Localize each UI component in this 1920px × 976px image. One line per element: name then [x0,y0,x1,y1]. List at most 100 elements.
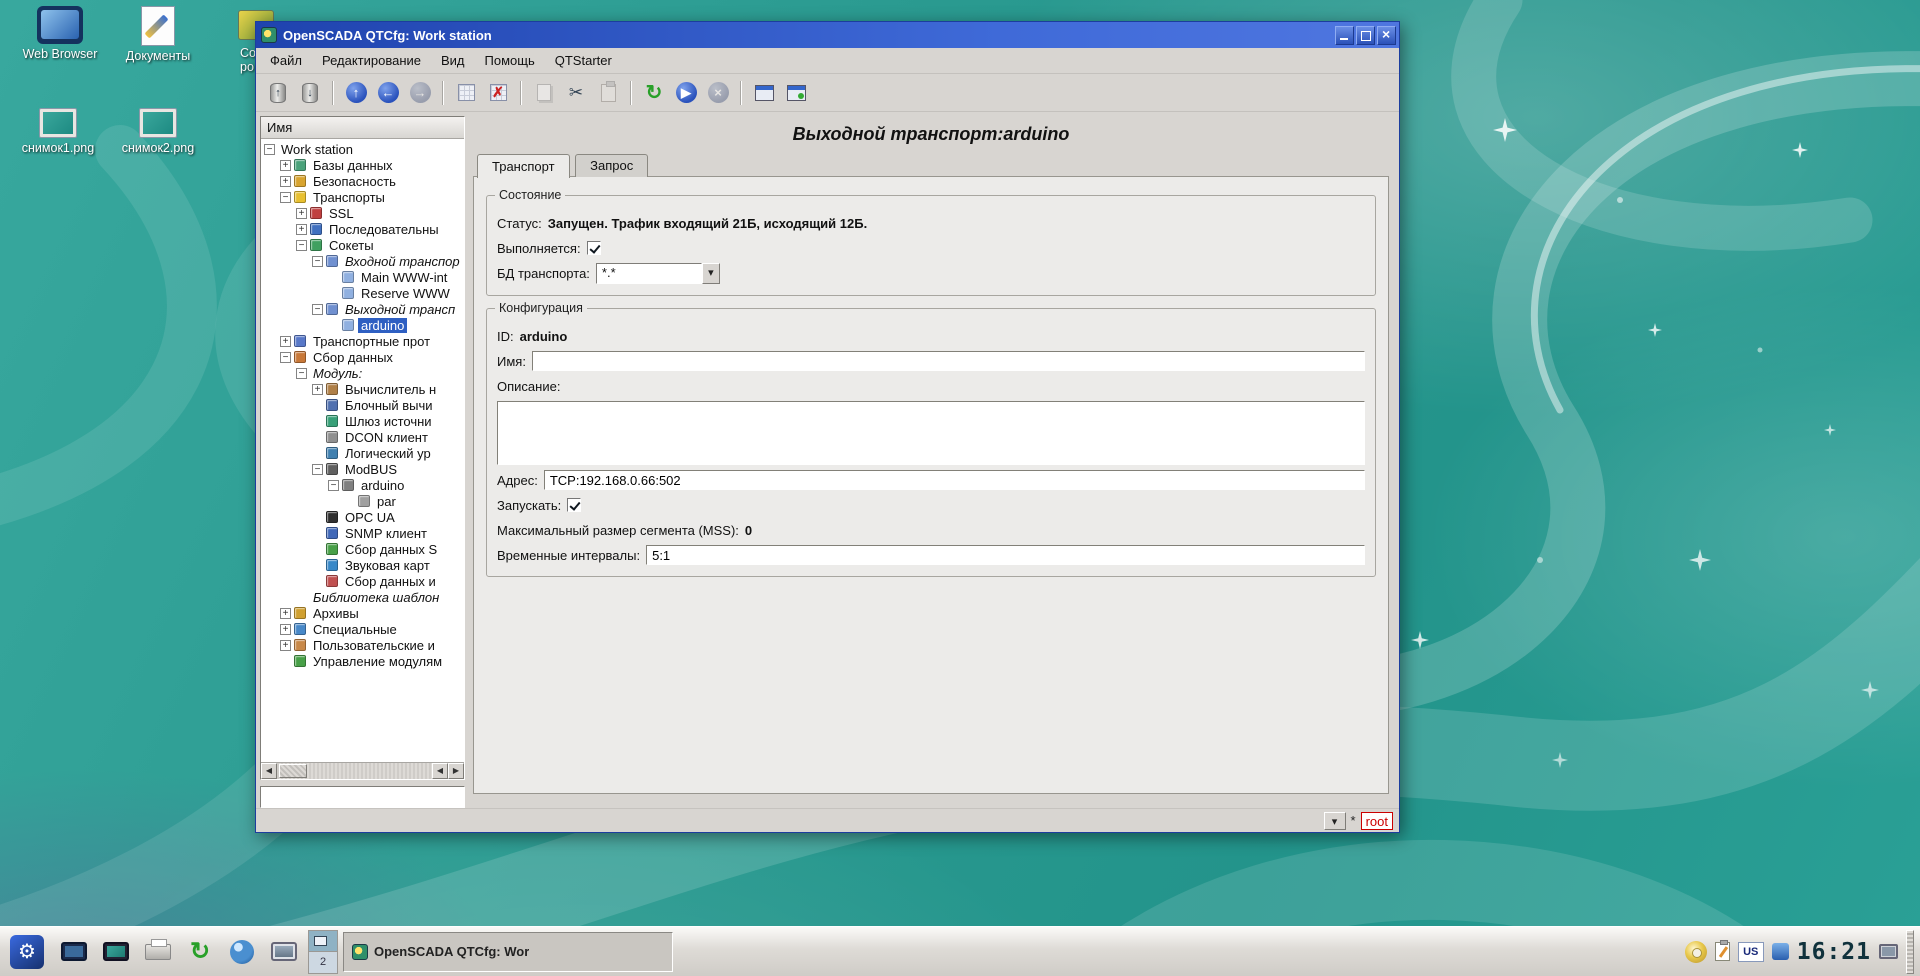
launcher-printer[interactable] [139,931,177,973]
tree-expander-icon[interactable]: + [280,624,291,635]
desktop-icon-snapshot-1[interactable]: снимок1.png [12,108,104,155]
tree-item[interactable]: +SSL [261,205,464,221]
tree-expander-icon[interactable]: − [280,352,291,363]
tree-item[interactable]: Блочный вычи [261,397,464,413]
tree-item[interactable]: +Транспортные прот [261,333,464,349]
tree-item[interactable]: OPC UA [261,509,464,525]
tree-expander-icon[interactable]: − [312,304,323,315]
desktop-icon-snapshot-2[interactable]: снимок2.png [112,108,204,155]
tree-item[interactable]: +Базы данных [261,157,464,173]
tree-expander-icon[interactable]: − [296,368,307,379]
start-button[interactable]: ▶ [671,78,701,108]
tree-item[interactable]: −Work station [261,141,464,157]
launcher-update[interactable]: ↻ [181,931,219,973]
maximize-button[interactable] [1356,26,1375,45]
tree-filter-input[interactable] [260,786,465,808]
paste-button[interactable] [593,78,623,108]
pager-desktop-2[interactable]: 2 [309,952,337,973]
stop-button[interactable]: × [703,78,733,108]
tree-expander-icon[interactable]: − [296,240,307,251]
chevron-down-icon[interactable] [1324,812,1346,830]
name-input[interactable] [532,351,1365,371]
cd-tray-icon[interactable] [1685,941,1707,963]
copy-button[interactable] [529,78,559,108]
back-button[interactable]: ← [373,78,403,108]
tab-transport[interactable]: Транспорт [477,154,570,178]
cut-button[interactable]: ✂ [561,78,591,108]
tree-item[interactable]: +Специальные [261,621,464,637]
scrollbar-track[interactable] [277,763,432,779]
save-to-db-button[interactable]: ↓ [295,78,325,108]
up-button[interactable]: ↑ [341,78,371,108]
tree-expander-icon[interactable]: + [280,336,291,347]
start-checkbox[interactable] [567,498,581,512]
address-input[interactable] [544,470,1365,490]
tray-monitor-icon[interactable] [1879,944,1898,959]
tree-expander-icon[interactable]: − [312,464,323,475]
tree-item[interactable]: −Выходной трансп [261,301,464,317]
tab-request[interactable]: Запрос [575,154,648,177]
kmenu-button[interactable] [4,930,50,974]
menu-help[interactable]: Помощь [475,50,545,71]
tree-item[interactable]: Шлюз источни [261,413,464,429]
qt-window-1-button[interactable] [749,78,779,108]
timings-input[interactable] [646,545,1365,565]
tree-item[interactable]: +Пользовательские и [261,637,464,653]
chevron-down-icon[interactable] [702,263,720,284]
launcher-snapshot-tool[interactable] [97,931,135,973]
window-titlebar[interactable]: OpenSCADA QTCfg: Work station [256,22,1399,48]
menu-file[interactable]: Файл [260,50,312,71]
description-textarea[interactable] [497,401,1365,465]
tree-expander-icon[interactable]: − [312,256,323,267]
scroll-left-icon[interactable] [432,763,448,779]
status-combobox[interactable] [1324,812,1346,830]
delete-item-button[interactable]: ✗ [483,78,513,108]
launcher-display-settings[interactable] [265,931,303,973]
tree-expander-icon[interactable]: − [280,192,291,203]
tree-expander-icon[interactable]: + [280,608,291,619]
tree-expander-icon[interactable]: + [280,640,291,651]
pager-desktop-1[interactable] [309,931,337,953]
launcher-web-browser[interactable] [223,931,261,973]
tree-item[interactable]: par [261,493,464,509]
tree-item[interactable]: Сбор данных S [261,541,464,557]
tree-expander-icon[interactable]: + [312,384,323,395]
panel-hide-handle[interactable] [1906,930,1914,974]
qt-window-2-button[interactable] [781,78,811,108]
minimize-button[interactable] [1335,26,1354,45]
tree-item[interactable]: Логический ур [261,445,464,461]
add-item-button[interactable] [451,78,481,108]
tree-item[interactable]: +Последовательны [261,221,464,237]
tree-item[interactable]: −Сокеты [261,237,464,253]
forward-button[interactable]: → [405,78,435,108]
menu-qtstarter[interactable]: QTStarter [545,50,622,71]
close-button[interactable] [1377,26,1396,45]
desktop-icon-documents[interactable]: Документы [112,6,204,63]
running-checkbox[interactable] [587,241,601,255]
tree-expander-icon[interactable]: − [264,144,275,155]
tree-item[interactable]: −Модуль: [261,365,464,381]
tree-item[interactable]: SNMP клиент [261,525,464,541]
tree-item[interactable]: DCON клиент [261,429,464,445]
refresh-button[interactable]: ↻ [639,78,669,108]
desktop-icon-web-browser[interactable]: Web Browser [14,6,106,61]
desktop-pager[interactable]: 2 [308,930,338,974]
taskbar-task-openscada[interactable]: OpenSCADA QTCfg: Wor [343,932,673,972]
load-from-db-button[interactable]: ↑ [263,78,293,108]
tree-item[interactable]: −ModBUS [261,461,464,477]
clock[interactable]: 16:21 [1797,939,1871,965]
tree-item[interactable]: Управление модулям [261,653,464,669]
tree-item[interactable]: Main WWW-int [261,269,464,285]
tree-item[interactable]: +Безопасность [261,173,464,189]
db-combobox[interactable]: *.* [596,263,720,284]
scrollbar-thumb[interactable] [279,764,307,778]
tree-item[interactable]: −arduino [261,477,464,493]
clipboard-tray-icon[interactable] [1715,942,1730,961]
tree-expander-icon[interactable]: + [280,176,291,187]
tree-expander-icon[interactable]: + [296,208,307,219]
tree-item[interactable]: +Вычислитель н [261,381,464,397]
scroll-right-icon[interactable] [448,763,464,779]
launcher-show-desktop[interactable] [55,931,93,973]
tree-expander-icon[interactable]: + [296,224,307,235]
tray-app-icon[interactable] [1772,943,1789,960]
